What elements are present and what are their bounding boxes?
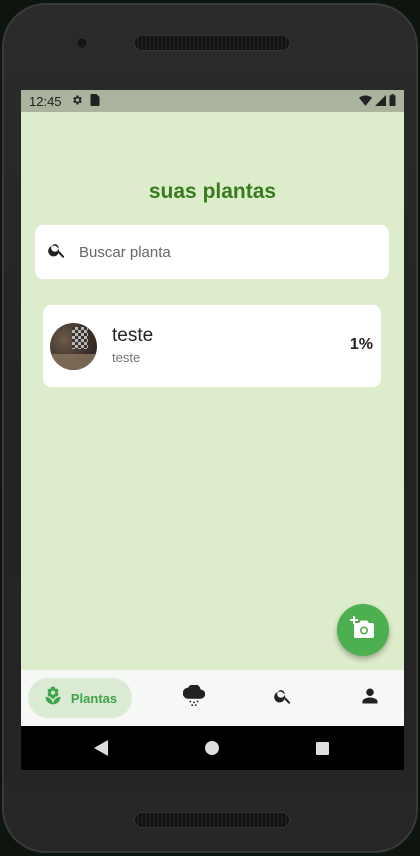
wifi-icon [359,94,372,109]
signal-icon [375,94,386,109]
nav-item-search[interactable] [265,670,301,726]
nav-item-profile[interactable] [352,670,388,726]
plant-avatar [50,323,97,370]
status-bar: 12:45 [21,90,404,112]
system-navigation-bar [21,726,404,770]
home-icon[interactable] [205,741,219,755]
bottom-speaker [134,812,290,828]
app-screen: 12:45 suas plantas Buscar planta teste t… [21,90,404,770]
sd-card-icon [89,94,100,109]
rain-cloud-icon [182,683,206,712]
bottom-navigation: Plantas [21,670,404,726]
nav-item-weather[interactable] [176,670,212,726]
front-camera [76,37,88,49]
top-speaker [134,35,290,51]
search-bar[interactable] [35,225,389,279]
settings-icon [71,94,83,109]
search-input[interactable] [79,243,359,261]
nav-label-plantas: Plantas [70,690,118,706]
add-photo-icon [350,615,376,645]
plant-card[interactable]: teste teste 1% [43,305,381,387]
search-icon [47,240,67,265]
battery-icon [389,94,396,109]
plant-subtitle: teste [112,350,141,365]
phone-frame: 12:45 suas plantas Buscar planta teste t… [2,3,418,853]
person-icon [361,687,379,710]
plant-percentage: 1% [349,336,373,353]
search-icon [273,686,293,711]
page-title: suas plantas [148,180,277,203]
recents-icon[interactable] [316,742,329,755]
back-icon[interactable] [94,740,108,761]
nav-item-plantas[interactable]: Plantas [28,678,132,718]
status-time: 12:45 [29,94,62,109]
plant-name: teste [112,325,154,346]
plant-icon [43,686,63,711]
add-photo-button[interactable] [337,604,389,656]
